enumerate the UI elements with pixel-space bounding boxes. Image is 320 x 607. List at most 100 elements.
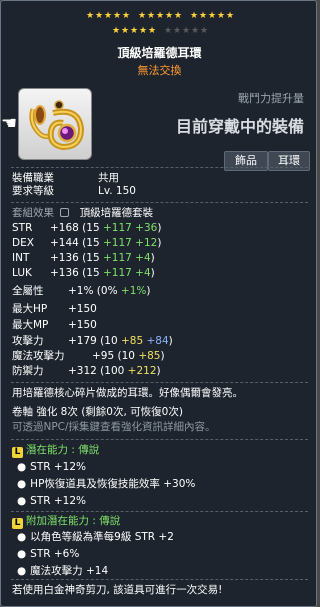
atk-star: +84 (143, 335, 169, 347)
bullet-icon: ● (17, 461, 27, 473)
bullet-icon: ● (17, 548, 27, 560)
star-force-row-1: ★ ★ ★ ★ ★ ★ ★ ★ ★ ★ ★ ★ ★ ★ ★ (1, 11, 318, 21)
star-filled-icon: ★ (138, 26, 147, 36)
matk-base: (10 (114, 350, 139, 362)
stat-star: +36 (131, 222, 158, 234)
set-name: 頂級培羅德套裝 (79, 207, 154, 219)
star-filled-icon: ★ (121, 11, 130, 21)
allstat-star: +1% (120, 285, 147, 297)
stat-close: ) (150, 267, 155, 279)
stat-base: (15 (78, 237, 103, 249)
star-empty-icon: ★ (172, 26, 181, 36)
divider-6 (11, 579, 308, 580)
star-filled-icon: ★ (225, 11, 234, 21)
stat-close: ) (150, 252, 155, 264)
star-filled-icon: ★ (129, 26, 138, 36)
matk-total: +95 (92, 350, 115, 362)
additional-title: 附加潛在能力 : 傳說 (26, 515, 121, 527)
star-force-row-2: ★ ★ ★ ★ ★ ★ ★ ★ ★ ★ (1, 26, 318, 36)
stat-row-int: INT +136 (15 +117 +4) (12, 252, 155, 265)
combat-power-label: 戰鬥力提升量 (238, 92, 304, 105)
stat-star: +4 (131, 267, 151, 279)
item-tooltip: ★ ★ ★ ★ ★ ★ ★ ★ ★ ★ ★ ★ ★ ★ ★ ★ ★ ★ ★ ★ ★ ★ ★ ★ ★ 頂級培羅德耳環 無法交換 … (0, 0, 317, 607)
matk-row: 魔法攻擊力 +95 (10 +85) (12, 350, 165, 363)
bullet-icon: ● (17, 565, 27, 577)
def-total: +312 (68, 365, 97, 377)
additional-header: L 附加潛在能力 : 傳說 (12, 515, 120, 529)
star-empty-icon: ★ (199, 26, 208, 36)
level-label: 要求等級 (12, 185, 54, 197)
star-filled-icon: ★ (164, 11, 173, 21)
divider-3 (11, 382, 308, 383)
star-empty-icon: ★ (190, 26, 199, 36)
set-label: 套組效果 (12, 207, 54, 219)
potential-line-3: ● STR +12% (17, 495, 86, 508)
atk-total: +179 (68, 335, 97, 347)
def-row: 防禦力 +312 (100 +212) (12, 365, 161, 378)
job-value: 共用 (98, 172, 119, 184)
stat-total: +136 (50, 252, 79, 264)
star-filled-icon: ★ (189, 11, 198, 21)
bullet-icon: ● (17, 495, 27, 507)
mp-value: +150 (68, 319, 97, 331)
potential-line-text: HP恢復道具及恢復技能效率 +30% (30, 478, 196, 490)
mp-label: 最大MP (12, 319, 49, 331)
star-filled-icon: ★ (103, 11, 112, 21)
stat-close: ) (157, 222, 162, 234)
stat-name: STR (12, 222, 33, 234)
matk-close: ) (160, 350, 165, 362)
star-filled-icon: ★ (173, 11, 182, 21)
hp-value: +150 (68, 303, 97, 315)
potential-line-1: ● STR +12% (17, 461, 86, 474)
star-empty-icon: ★ (181, 26, 190, 36)
star-filled-icon: ★ (198, 11, 207, 21)
additional-line-text: 魔法攻擊力 +14 (30, 565, 109, 577)
atk-close: ) (168, 335, 173, 347)
item-icon-frame (18, 88, 92, 160)
npc-note: 可透過NPC/採集鍵查看強化資訊詳細內容。 (12, 421, 216, 433)
stat-star: +4 (131, 252, 151, 264)
scroll-info: 卷軸 強化 8次 (剩餘0次, 可恢復0次) (12, 406, 183, 418)
stat-base: (15 (78, 252, 103, 264)
job-label: 裝備職業 (12, 172, 54, 184)
additional-line-1: ● 以角色等級為準每9級 STR +2 (17, 531, 174, 544)
legendary-badge-icon: L (12, 518, 23, 529)
potential-header: L 潛在能力 : 傳說 (12, 444, 99, 458)
stat-flame: +117 (102, 237, 132, 249)
atk-base: (10 (96, 335, 121, 347)
stat-base: (15 (78, 267, 103, 279)
stat-total: +144 (50, 237, 79, 249)
level-value: Lv. 150 (98, 185, 136, 197)
potential-line-2: ● HP恢復道具及恢復技能效率 +30% (17, 478, 195, 491)
hp-row: 最大HP +150 (12, 303, 97, 316)
stat-flame: +117 (102, 252, 132, 264)
hand-cursor-icon: ☚ (1, 113, 18, 134)
equipped-text: 目前穿戴中的裝備 (175, 117, 304, 136)
def-base: (100 (96, 365, 128, 377)
allstat-close: ) (146, 285, 151, 297)
divider-1 (11, 167, 308, 168)
star-filled-icon: ★ (94, 11, 103, 21)
stat-total: +168 (50, 222, 79, 234)
bullet-icon: ● (17, 478, 27, 490)
footer-note: 若使用白金神奇剪刀, 該道具可進行一次交易! (12, 584, 223, 596)
stat-close: ) (157, 237, 162, 249)
stat-name: INT (12, 252, 30, 264)
additional-line-text: 以角色等級為準每9級 STR +2 (30, 531, 174, 543)
tag-type: 耳環 (268, 151, 310, 171)
stat-total: +136 (50, 267, 79, 279)
stat-name: DEX (12, 237, 34, 249)
trade-status: 無法交換 (137, 64, 182, 77)
potential-line-text: STR +12% (30, 495, 87, 507)
star-filled-icon: ★ (216, 11, 225, 21)
additional-line-2: ● STR +6% (17, 548, 79, 561)
additional-line-3: ● 魔法攻擊力 +14 (17, 565, 108, 578)
stat-star: +12 (131, 237, 158, 249)
star-filled-icon: ★ (147, 26, 156, 36)
star-filled-icon: ★ (111, 26, 120, 36)
atk-flame: +85 (120, 335, 144, 347)
additional-line-text: STR +6% (30, 548, 80, 560)
stat-row-luk: LUK +136 (15 +117 +4) (12, 267, 155, 280)
divider-5 (11, 511, 308, 512)
level-row: 要求等級 Lv. 150 (12, 185, 136, 198)
